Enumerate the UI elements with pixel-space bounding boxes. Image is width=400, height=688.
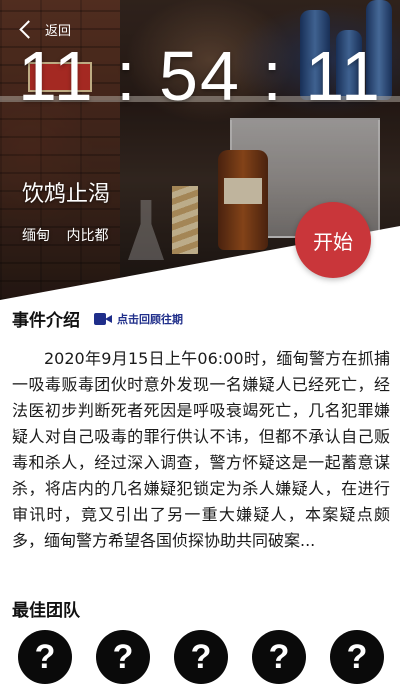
team-avatars: ? ? ? ? ? [18,630,388,688]
team-section-title: 最佳团队 [12,601,80,621]
video-camera-icon [94,312,112,325]
team-avatar-placeholder[interactable]: ? [96,630,150,684]
case-title: 饮鸩止渴 [22,182,111,207]
event-description: 2020年9月15日上午06:00时，缅甸警方在抓捕一吸毒贩毒团伙时意外发现一名… [12,349,390,550]
team-avatar-placeholder[interactable]: ? [174,630,228,684]
replay-link[interactable]: 点击回顾往期 [94,311,183,327]
event-section-header: 事件介绍 点击回顾往期 [12,306,183,331]
start-button[interactable]: 开始 [295,202,371,278]
team-avatar-placeholder[interactable]: ? [252,630,306,684]
replay-label: 点击回顾往期 [117,312,183,326]
case-location: 缅甸 内比都 [22,225,108,245]
team-avatar-placeholder[interactable]: ? [18,630,72,684]
countdown-clock: 11 : 54 : 11 [18,37,382,115]
team-avatar-placeholder[interactable]: ? [330,630,384,684]
event-section-title: 事件介绍 [12,311,80,331]
location-city: 内比都 [66,228,109,244]
location-country: 缅甸 [22,228,50,244]
